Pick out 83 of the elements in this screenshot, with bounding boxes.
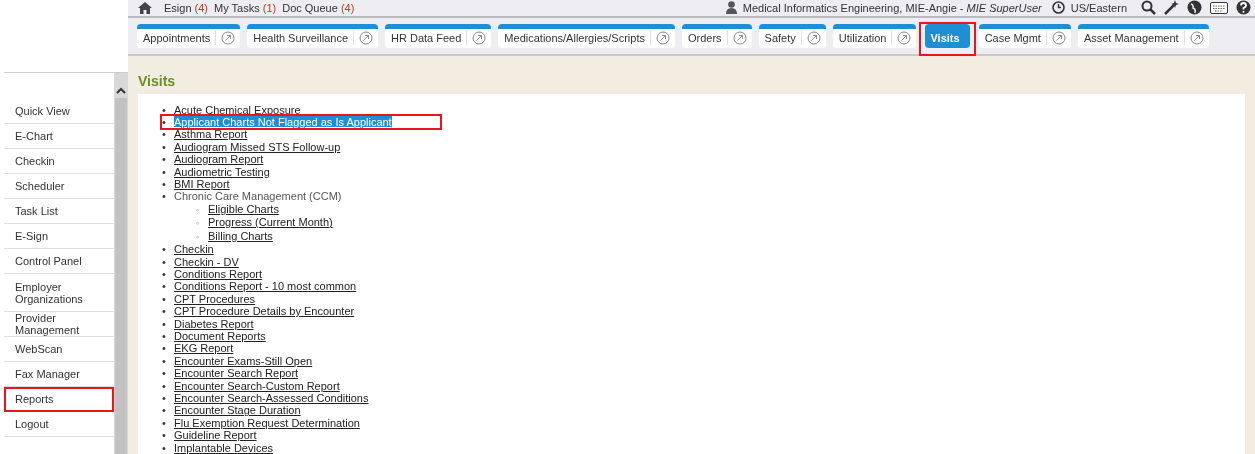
report-link[interactable]: Encounter Exams-Still Open: [174, 354, 313, 367]
report-link[interactable]: Conditions Report - 10 most common: [174, 280, 357, 293]
report-link[interactable]: Encounter Stage Duration: [174, 404, 301, 417]
report-link[interactable]: Audiogram Missed STS Follow-up: [174, 140, 341, 153]
user-icon: [725, 1, 737, 15]
report-link[interactable]: Checkin: [174, 243, 214, 256]
globe-icon[interactable]: [1187, 0, 1202, 16]
bullet: •: [162, 267, 167, 281]
bullet: ◦: [196, 217, 201, 230]
bullet: •: [162, 367, 167, 380]
tab[interactable]: Health Surveillance: [247, 23, 379, 48]
report-link[interactable]: Asthma Report: [174, 128, 248, 141]
report-link[interactable]: Document Reports: [174, 329, 266, 342]
report-link[interactable]: Guideline Report: [174, 429, 257, 442]
timezone-text: US/Eastern: [1070, 1, 1127, 14]
bullet: •: [162, 441, 167, 454]
top-link[interactable]: Doc Queue (4): [282, 1, 355, 14]
report-link[interactable]: Encounter Search Report: [174, 367, 299, 380]
tab[interactable]: Safety: [758, 23, 826, 48]
bullet: •: [162, 255, 167, 268]
report-link[interactable]: Encounter Search-Assessed Conditions: [174, 391, 369, 404]
tab[interactable]: Orders: [682, 23, 752, 48]
bullet: •: [162, 305, 167, 318]
report-group: Chronic Care Management (CCM): [174, 190, 342, 203]
magic-wand-icon[interactable]: [1164, 0, 1179, 16]
bullet: •: [162, 429, 167, 442]
report-link[interactable]: Checkin - DV: [174, 255, 239, 268]
help-icon[interactable]: [1236, 0, 1251, 16]
tab[interactable]: Visits: [925, 23, 970, 48]
bullet: •: [162, 243, 167, 256]
bullet: •: [162, 103, 167, 117]
tab[interactable]: Appointments: [137, 23, 241, 48]
bullet: •: [162, 140, 167, 154]
report-link[interactable]: Flu Exemption Request Determination: [174, 416, 360, 429]
report-link[interactable]: Billing Charts: [208, 229, 273, 242]
report-link[interactable]: BMI Report: [174, 178, 230, 191]
bullet: •: [162, 317, 167, 330]
bullet: •: [162, 165, 167, 179]
home-icon[interactable]: [138, 1, 152, 14]
report-link[interactable]: Implantable Devices: [174, 441, 274, 454]
clock-icon: [1051, 1, 1065, 15]
report-link[interactable]: Applicant Charts Not Flagged as Is Applicant: [174, 116, 392, 129]
scrollbar[interactable]: [114, 73, 128, 454]
top-link[interactable]: My Tasks (1): [214, 1, 277, 14]
bullet: •: [162, 391, 167, 405]
tab[interactable]: Case Mgmt: [978, 23, 1071, 48]
bullet: •: [162, 116, 167, 129]
bullet: •: [162, 379, 167, 392]
search-icon[interactable]: [1141, 0, 1156, 16]
bullet: •: [162, 354, 167, 368]
report-link[interactable]: CPT Procedures: [174, 292, 256, 305]
user-name: Medical Informatics Engineering, MIE-Angie - MIE SuperUser: [742, 1, 1042, 14]
report-link[interactable]: EKG Report: [174, 342, 234, 355]
bullet: •: [162, 292, 167, 306]
report-link[interactable]: Eligible Charts: [208, 202, 279, 215]
bullet: •: [162, 342, 167, 355]
report-link[interactable]: Diabetes Report: [174, 317, 254, 330]
bullet: ◦: [196, 203, 201, 217]
bullet: ◦: [196, 230, 201, 244]
sidebar-item[interactable]: Reports: [4, 387, 115, 412]
bullet: •: [162, 416, 167, 430]
keyboard-icon[interactable]: [1210, 1, 1228, 14]
report-link[interactable]: Audiogram Report: [174, 153, 264, 166]
report-link[interactable]: Encounter Search-Custom Report: [174, 379, 340, 392]
tab[interactable]: Utilization: [832, 23, 917, 48]
tab[interactable]: Asset Management: [1077, 23, 1209, 48]
bullet: •: [162, 404, 167, 417]
top-link[interactable]: Esign (4): [164, 1, 209, 14]
tab[interactable]: HR Data Feed: [385, 23, 492, 48]
bullet: •: [162, 280, 167, 293]
section-title: Visits: [138, 72, 176, 89]
tab[interactable]: Medications/Allergies/Scripts: [498, 23, 675, 48]
bullet: •: [162, 178, 167, 191]
scroll-up-icon[interactable]: [116, 87, 127, 94]
report-link[interactable]: CPT Procedure Details by Encounter: [174, 305, 355, 318]
bullet: •: [162, 190, 167, 203]
bullet: •: [162, 329, 167, 343]
bullet: •: [162, 128, 167, 141]
report-link[interactable]: Conditions Report: [174, 267, 263, 280]
bullet: •: [162, 153, 167, 166]
report-link[interactable]: Acute Chemical Exposure: [174, 103, 301, 116]
report-link[interactable]: Audiometric Testing: [174, 165, 270, 178]
report-link[interactable]: Progress (Current Month): [208, 216, 333, 229]
